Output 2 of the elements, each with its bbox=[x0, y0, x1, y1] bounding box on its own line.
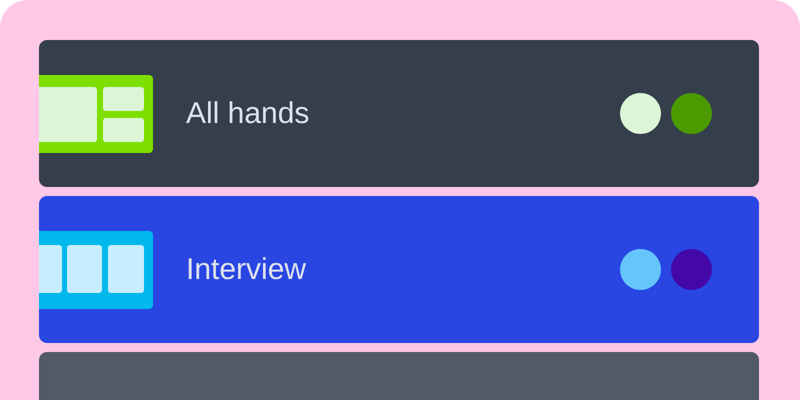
card-title: All hands bbox=[186, 96, 310, 130]
card-title: Interview bbox=[186, 252, 308, 286]
